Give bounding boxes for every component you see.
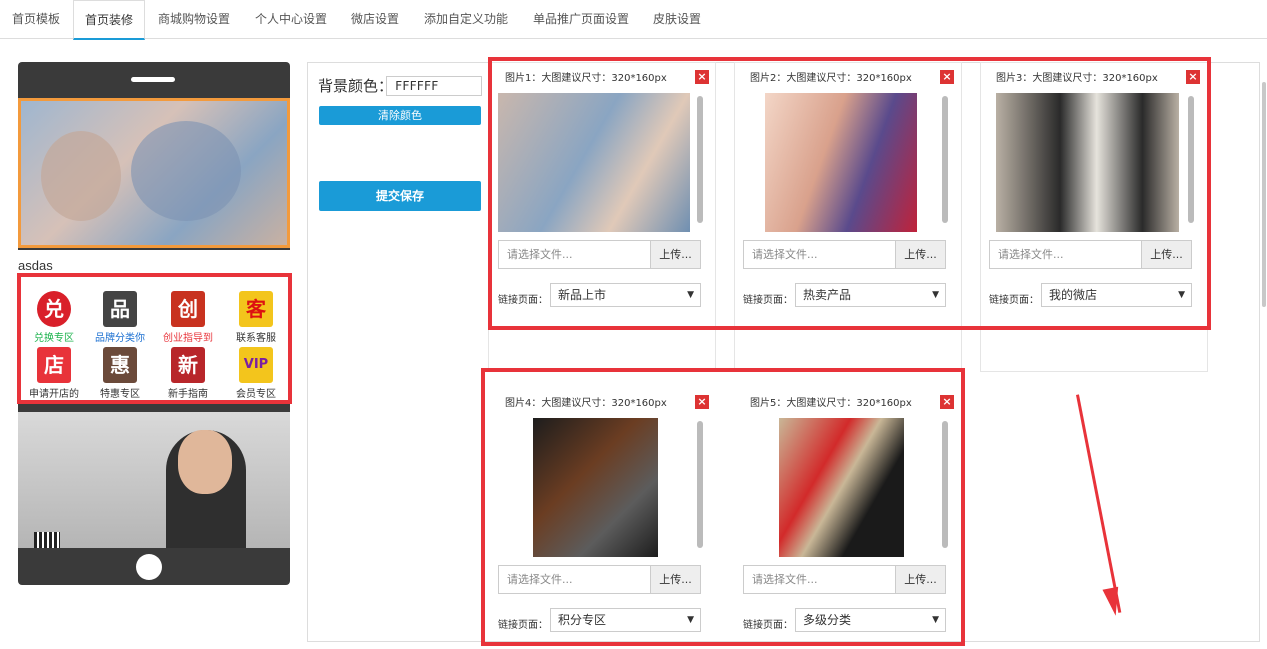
sale-icon: 惠	[103, 347, 137, 383]
grid-item[interactable]: 惠 特惠专区	[87, 347, 153, 400]
tab-home-template[interactable]: 首页模板	[1, 0, 71, 39]
qr-code-icon	[34, 532, 60, 548]
preview-icon-grid: 兑 兑换专区 品 品牌分类你 创 创业指导到 客 联系客服 店 申请开店的 惠 …	[17, 273, 292, 404]
preview-name-bar	[18, 250, 290, 274]
tab-personal-center-settings[interactable]: 个人中心设置	[244, 0, 338, 39]
tab-home-decoration[interactable]: 首页装修	[73, 0, 146, 40]
preview-banner-image[interactable]	[18, 98, 290, 248]
highlight-box-top	[488, 57, 1211, 330]
tab-single-product-promo[interactable]: 单品推广页面设置	[522, 0, 640, 39]
panel-scrollbar[interactable]	[1262, 82, 1266, 307]
grid-item[interactable]: 新 新手指南	[155, 347, 221, 400]
preview-video-frame[interactable]	[18, 412, 290, 548]
newbie-icon: 新	[171, 347, 205, 383]
grid-item-label: 兑换专区	[34, 333, 74, 344]
highlight-box-bottom	[481, 368, 965, 646]
guide-icon: 创	[171, 291, 205, 327]
grid-item-label: 新手指南	[168, 389, 208, 400]
banner-figure	[41, 131, 121, 221]
tab-micro-shop-settings[interactable]: 微店设置	[340, 0, 410, 39]
grid-item[interactable]: 兑 兑换专区	[21, 291, 87, 344]
grid-item-label: 联系客服	[236, 333, 276, 344]
vip-icon: VIP	[239, 347, 273, 383]
brand-icon: 品	[103, 291, 137, 327]
grid-item[interactable]: 客 联系客服	[223, 291, 289, 344]
grid-item[interactable]: 品 品牌分类你	[87, 291, 153, 344]
service-icon: 客	[239, 291, 273, 327]
shop-icon: 店	[37, 347, 71, 383]
grid-item-label: 特惠专区	[100, 389, 140, 400]
grid-item-label: 品牌分类你	[95, 333, 145, 344]
grid-item[interactable]: VIP 会员专区	[223, 347, 289, 400]
badge-icon: 兑	[37, 291, 71, 327]
grid-item[interactable]: 创 创业指导到	[155, 291, 221, 344]
phone-speaker	[131, 77, 175, 82]
tab-bar: 首页模板 首页装修 商城购物设置 个人中心设置 微店设置 添加自定义功能 单品推…	[0, 0, 1267, 40]
preview-shop-name: asdas	[18, 258, 53, 273]
tab-skin-settings[interactable]: 皮肤设置	[642, 0, 712, 39]
grid-item[interactable]: 店 申请开店的	[21, 347, 87, 400]
tab-mall-shopping-settings[interactable]: 商城购物设置	[147, 0, 241, 39]
phone-home-button	[136, 554, 162, 580]
banner-figure	[131, 121, 241, 221]
grid-item-label: 创业指导到	[163, 333, 213, 344]
tab-add-custom-feature[interactable]: 添加自定义功能	[413, 0, 519, 39]
video-face	[178, 430, 232, 494]
grid-item-label: 会员专区	[236, 389, 276, 400]
grid-item-label: 申请开店的	[29, 389, 79, 400]
